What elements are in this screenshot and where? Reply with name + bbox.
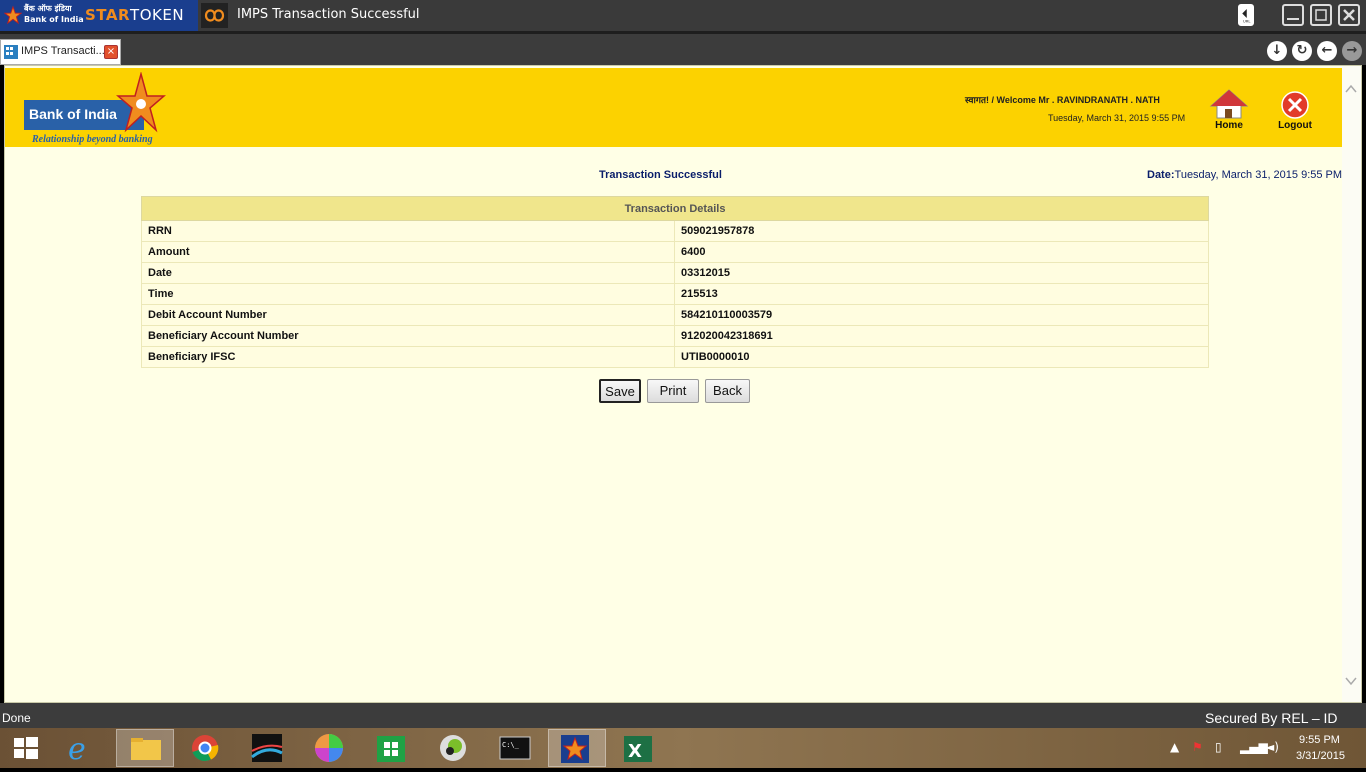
startoken-taskbar-icon[interactable] bbox=[548, 729, 606, 767]
clock-date[interactable]: 3/31/2015 bbox=[1296, 750, 1345, 762]
home-icon bbox=[1209, 89, 1249, 119]
tray-signal-icon[interactable]: ▂▄▆ bbox=[1240, 740, 1268, 754]
svg-text:e: e bbox=[68, 732, 86, 767]
page-title: Transaction Successful bbox=[599, 169, 722, 181]
row-label: Amount bbox=[141, 241, 675, 263]
date-value: Tuesday, March 31, 2015 9:55 PM bbox=[1174, 169, 1343, 181]
app-taskbar-icon[interactable] bbox=[426, 729, 484, 767]
infinity-icon bbox=[201, 3, 228, 28]
table-row: RRN 509021957878 bbox=[141, 220, 1209, 242]
site-header: Bank of India Relationship beyond bankin… bbox=[5, 68, 1342, 147]
tab-close-button[interactable]: × bbox=[104, 45, 118, 59]
table-row: Amount 6400 bbox=[141, 241, 1209, 263]
row-value: UTIB0000010 bbox=[674, 346, 1209, 368]
welcome-text: स्वागत! / Welcome Mr . RAVINDRANATH . NA… bbox=[965, 95, 1160, 105]
bank-star-icon bbox=[116, 72, 166, 133]
window-title: IMPS Transaction Successful bbox=[237, 7, 420, 22]
back-arrow-icon[interactable]: ← bbox=[1317, 41, 1337, 61]
logout-icon bbox=[1281, 91, 1309, 119]
table-row: Date 03312015 bbox=[141, 262, 1209, 284]
tray-flag-icon[interactable]: ⚑ bbox=[1192, 740, 1203, 754]
minimize-button[interactable] bbox=[1282, 4, 1304, 26]
svg-text:C:\_: C:\_ bbox=[502, 741, 520, 749]
url-button[interactable]: URL bbox=[1238, 4, 1254, 26]
media-app-taskbar-icon[interactable] bbox=[240, 729, 298, 767]
header-datetime: Tuesday, March 31, 2015 9:55 PM bbox=[1048, 113, 1186, 123]
command-prompt-taskbar-icon[interactable]: C:\_ bbox=[488, 729, 546, 767]
page-content: Bank of India Relationship beyond bankin… bbox=[4, 65, 1362, 703]
row-value: 584210110003579 bbox=[674, 304, 1209, 326]
date-label: Date: bbox=[1147, 169, 1175, 181]
table-row: Beneficiary Account Number 91202004231869… bbox=[141, 325, 1209, 347]
tab-imps-transaction[interactable]: IMPS Transacti... × bbox=[0, 39, 121, 65]
bank-tagline: Relationship beyond banking bbox=[32, 134, 153, 145]
tab-bar: IMPS Transacti... × bbox=[0, 31, 1366, 65]
clock-time[interactable]: 9:55 PM bbox=[1299, 734, 1340, 746]
table-body: RRN 509021957878 Amount 6400 Date 03312015 Tim… bbox=[141, 220, 1209, 368]
logout-link[interactable]: Logout bbox=[1271, 88, 1319, 132]
secured-by-text: Secured By REL – ID bbox=[1205, 710, 1338, 726]
page-date: Date:Tuesday, March 31, 2015 9:55 PM bbox=[1147, 169, 1342, 181]
tray-battery-icon[interactable]: ▯ bbox=[1215, 740, 1222, 754]
row-value: 6400 bbox=[674, 241, 1209, 263]
file-explorer-taskbar-icon[interactable] bbox=[116, 729, 174, 767]
row-value: 509021957878 bbox=[674, 220, 1209, 242]
brand-token: TOKEN bbox=[130, 6, 185, 24]
vertical-scrollbar[interactable] bbox=[1342, 66, 1361, 702]
row-label: Beneficiary Account Number bbox=[141, 325, 675, 347]
print-button[interactable]: Print bbox=[647, 379, 699, 403]
row-label: Date bbox=[141, 262, 675, 284]
row-label: Debit Account Number bbox=[141, 304, 675, 326]
status-text: Done bbox=[2, 711, 31, 725]
refresh-icon[interactable]: ↻ bbox=[1292, 41, 1312, 61]
color-app-taskbar-icon[interactable] bbox=[302, 729, 360, 767]
table-row: Time 215513 bbox=[141, 283, 1209, 305]
app-name: Bank of India bbox=[24, 15, 84, 24]
maximize-button[interactable] bbox=[1310, 4, 1332, 26]
row-label: Beneficiary IFSC bbox=[141, 346, 675, 368]
windows-icon bbox=[14, 737, 38, 759]
download-icon[interactable]: ↓ bbox=[1267, 41, 1287, 61]
back-button[interactable]: Back bbox=[705, 379, 750, 403]
boi-star-icon bbox=[4, 5, 22, 25]
app-name-hindi: बैंक ऑफ इंडिया bbox=[24, 4, 72, 13]
svg-text:URL: URL bbox=[1243, 20, 1251, 24]
ie-taskbar-icon[interactable]: e bbox=[54, 729, 112, 767]
home-link[interactable]: Home bbox=[1205, 88, 1253, 132]
brand-name: STARTOKEN bbox=[85, 6, 184, 24]
close-window-button[interactable] bbox=[1338, 4, 1360, 26]
window-titlebar: बैंक ऑफ इंडिया Bank of India STARTOKEN I… bbox=[0, 0, 1366, 31]
chrome-taskbar-icon[interactable] bbox=[178, 729, 236, 767]
start-button[interactable] bbox=[0, 729, 58, 767]
tray-expand-icon[interactable]: ▲ bbox=[1170, 740, 1179, 754]
table-row: Beneficiary IFSC UTIB0000010 bbox=[141, 346, 1209, 368]
save-button[interactable]: Save bbox=[599, 379, 641, 403]
home-label: Home bbox=[1215, 120, 1243, 131]
page-icon bbox=[4, 45, 18, 59]
excel-taskbar-icon[interactable]: X bbox=[610, 729, 668, 767]
transaction-details-table: Transaction Details RRN 509021957878 Amoun… bbox=[141, 196, 1209, 368]
bank-logo: Bank of India Relationship beyond bankin… bbox=[24, 72, 166, 146]
taskbar: e C:\_ X ▲ ⚑ ▯ ▂▄▆ ◄) 9:55 PM 3/31/2015 bbox=[0, 728, 1366, 768]
row-label: Time bbox=[141, 283, 675, 305]
row-label: RRN bbox=[141, 220, 675, 242]
logout-label: Logout bbox=[1278, 120, 1312, 131]
status-bar: Done Secured By REL – ID bbox=[0, 703, 1366, 728]
forward-arrow-icon[interactable]: → bbox=[1342, 41, 1362, 61]
svg-text:X: X bbox=[628, 741, 642, 762]
row-value: 912020042318691 bbox=[674, 325, 1209, 347]
row-value: 03312015 bbox=[674, 262, 1209, 284]
app-logo: बैंक ऑफ इंडिया Bank of India STARTOKEN bbox=[0, 0, 198, 31]
bank-name: Bank of India bbox=[29, 106, 117, 122]
brand-star: STAR bbox=[85, 6, 131, 24]
table-title: Transaction Details bbox=[141, 196, 1209, 221]
store-taskbar-icon[interactable] bbox=[364, 729, 422, 767]
tab-label: IMPS Transacti... bbox=[21, 45, 105, 57]
tray-volume-icon[interactable]: ◄) bbox=[1265, 740, 1279, 754]
table-row: Debit Account Number 584210110003579 bbox=[141, 304, 1209, 326]
row-value: 215513 bbox=[674, 283, 1209, 305]
